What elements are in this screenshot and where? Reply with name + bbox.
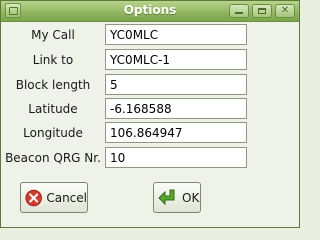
cancel-button[interactable]: Cancel: [20, 182, 88, 213]
maximize-button[interactable]: [252, 4, 272, 18]
longitude-field[interactable]: [105, 122, 247, 143]
block-length-field[interactable]: [105, 74, 247, 95]
cancel-icon: [25, 189, 42, 206]
link-to-label: Link to: [32, 53, 74, 67]
close-button[interactable]: ✕: [275, 4, 295, 18]
close-icon: ✕: [280, 5, 290, 16]
beacon-qrg-label: Beacon QRG Nr.: [5, 151, 101, 165]
ok-label: OK: [182, 190, 200, 205]
latitude-field[interactable]: [105, 98, 247, 119]
my-call-field[interactable]: [105, 24, 247, 45]
cancel-label: Cancel: [46, 190, 87, 205]
link-to-field[interactable]: [105, 49, 247, 70]
minimize-icon: [235, 12, 243, 14]
ok-button[interactable]: OK: [153, 182, 201, 213]
my-call-label: My Call: [31, 28, 75, 42]
minimize-button[interactable]: [229, 4, 249, 18]
beacon-qrg-field[interactable]: [105, 147, 247, 168]
longitude-label: Longitude: [23, 126, 83, 140]
latitude-label: Latitude: [28, 102, 78, 116]
block-length-label: Block length: [15, 78, 91, 92]
title-bar[interactable]: Options ✕: [1, 1, 299, 22]
ok-arrow-icon: [158, 189, 175, 205]
maximize-icon: [258, 8, 266, 14]
options-dialog: Options ✕ My Call Link to Block length L…: [0, 0, 300, 228]
